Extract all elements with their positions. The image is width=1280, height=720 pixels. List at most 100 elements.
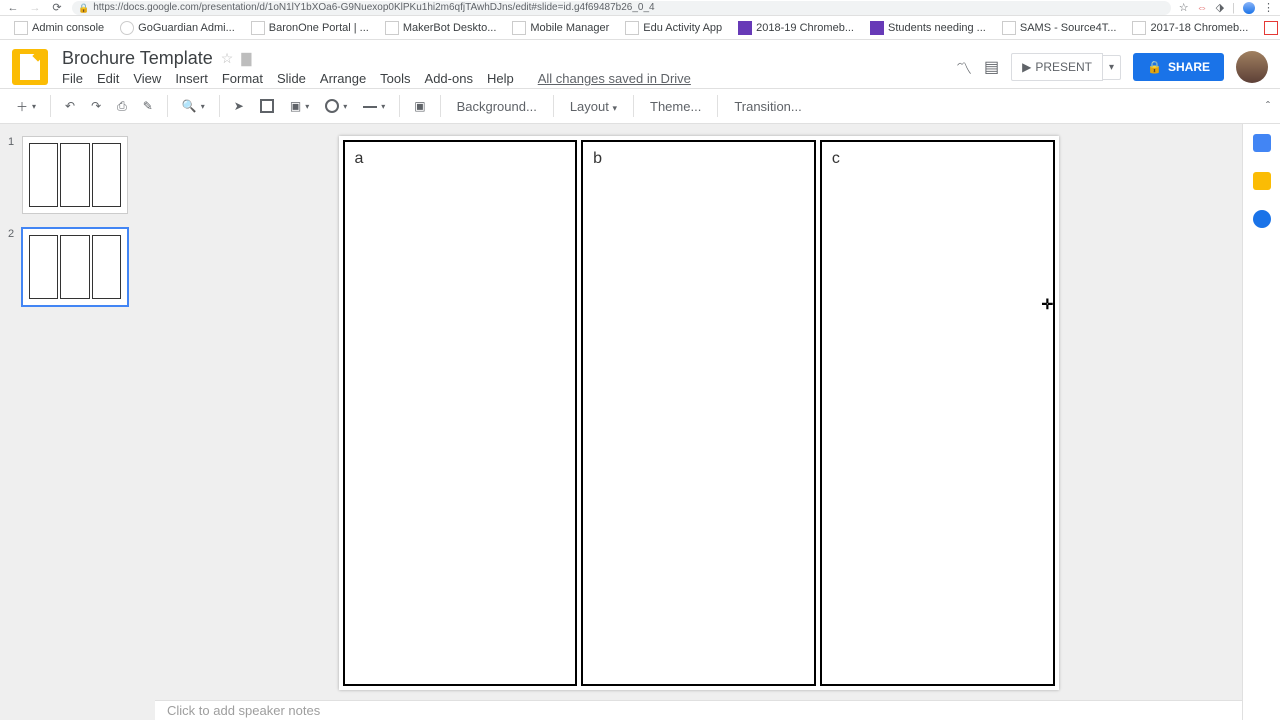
menu-slide[interactable]: Slide bbox=[277, 71, 306, 86]
document-title[interactable]: Brochure Template bbox=[62, 48, 213, 69]
back-button[interactable]: ← bbox=[6, 2, 20, 14]
canvas-area: a b c ✛ Click to add speaker notes bbox=[155, 124, 1242, 720]
shape-tool[interactable] bbox=[319, 95, 353, 117]
present-dropdown[interactable]: ▾ bbox=[1103, 55, 1121, 80]
bookmark-item[interactable]: BaronOne Portal | ... bbox=[245, 19, 375, 37]
bookmark-item[interactable]: Admin console bbox=[8, 19, 110, 37]
share-button[interactable]: 🔒 SHARE bbox=[1133, 53, 1224, 81]
url-text: https://docs.google.com/presentation/d/1… bbox=[93, 1, 654, 15]
slides-logo[interactable] bbox=[12, 49, 48, 85]
thumb-col bbox=[29, 235, 58, 299]
shape-icon bbox=[325, 99, 339, 113]
extension-icon-2[interactable]: ⬗ bbox=[1216, 1, 1224, 14]
chrome-menu-icon[interactable]: ⋮ bbox=[1263, 1, 1274, 14]
layout-button[interactable]: Layout ▾ bbox=[562, 95, 625, 118]
brochure-column-c[interactable]: c bbox=[820, 140, 1055, 686]
bookmark-item[interactable]: MakerBot Deskto... bbox=[379, 19, 503, 37]
bookmark-item[interactable]: Mobile Manager bbox=[506, 19, 615, 37]
address-bar[interactable]: 🔒 https://docs.google.com/presentation/d… bbox=[72, 1, 1171, 15]
play-icon: ▶ bbox=[1022, 60, 1031, 74]
page-icon bbox=[1002, 21, 1016, 35]
extension-icon[interactable]: ⇔ bbox=[1197, 2, 1208, 14]
sheet-icon bbox=[870, 21, 884, 35]
activity-icon[interactable]: 〽 bbox=[956, 55, 972, 79]
comment-button[interactable]: ▣ bbox=[408, 95, 431, 117]
bookmark-item[interactable]: 2018-19 Chromeb... bbox=[732, 19, 860, 37]
canvas-scroll[interactable]: a b c ✛ bbox=[155, 124, 1242, 700]
select-tool[interactable]: ➤ bbox=[228, 95, 250, 117]
present-button[interactable]: ▶ PRESENT bbox=[1011, 53, 1103, 81]
bookmark-item[interactable]: eCampus: Home bbox=[1258, 19, 1280, 37]
new-slide-button[interactable]: ＋ bbox=[10, 94, 42, 119]
bookmark-item[interactable]: GoGuardian Admi... bbox=[114, 19, 241, 37]
undo-button[interactable]: ↶ bbox=[59, 95, 81, 117]
menu-tools[interactable]: Tools bbox=[380, 71, 410, 86]
bookmarks-bar: Admin console GoGuardian Admi... BaronOn… bbox=[0, 16, 1280, 40]
slide-canvas[interactable]: a b c bbox=[339, 136, 1059, 690]
bookmark-item[interactable]: Students needing ... bbox=[864, 19, 992, 37]
menu-help[interactable]: Help bbox=[487, 71, 514, 86]
speaker-notes-placeholder: Click to add speaker notes bbox=[167, 703, 320, 718]
keep-addon-icon[interactable] bbox=[1253, 172, 1271, 190]
move-cursor-icon: ✛ bbox=[1042, 296, 1054, 313]
image-tool[interactable]: ▣ bbox=[284, 95, 315, 117]
shield-icon bbox=[120, 21, 134, 35]
page-icon bbox=[1132, 21, 1146, 35]
menu-insert[interactable]: Insert bbox=[175, 71, 208, 86]
speaker-notes[interactable]: Click to add speaker notes bbox=[155, 700, 1242, 720]
slide-number: 2 bbox=[8, 228, 22, 240]
browser-right-icons: ☆ ⇔ ⬗ | ⋮ bbox=[1179, 1, 1274, 14]
reload-button[interactable]: ⟳ bbox=[50, 1, 64, 14]
page-icon bbox=[512, 21, 526, 35]
slide-number: 1 bbox=[8, 136, 22, 148]
thumb-col bbox=[60, 235, 89, 299]
page-icon bbox=[625, 21, 639, 35]
print-button[interactable]: ⎙ bbox=[111, 95, 133, 118]
slide-thumbnail-1[interactable] bbox=[22, 136, 128, 214]
slide-thumbnail-row: 1 bbox=[0, 134, 155, 216]
thumb-col bbox=[60, 143, 89, 207]
forward-button[interactable]: → bbox=[28, 2, 42, 14]
star-button[interactable]: ☆ bbox=[221, 50, 234, 67]
zoom-button[interactable]: 🔍 bbox=[176, 95, 211, 117]
menu-file[interactable]: File bbox=[62, 71, 83, 86]
menu-view[interactable]: View bbox=[133, 71, 161, 86]
browser-nav-bar: ← → ⟳ 🔒 https://docs.google.com/presenta… bbox=[0, 0, 1280, 16]
textbox-tool[interactable] bbox=[254, 95, 280, 117]
menu-format[interactable]: Format bbox=[222, 71, 263, 86]
brochure-column-a[interactable]: a bbox=[343, 140, 578, 686]
line-icon bbox=[363, 99, 377, 113]
save-status: All changes saved in Drive bbox=[538, 71, 691, 86]
background-button[interactable]: Background... bbox=[449, 95, 545, 118]
theme-button[interactable]: Theme... bbox=[642, 95, 709, 118]
bookmark-item[interactable]: SAMS - Source4T... bbox=[996, 19, 1123, 37]
slide-thumbnail-row: 2 bbox=[0, 226, 155, 308]
lock-icon: 🔒 bbox=[78, 1, 89, 15]
app-header: Brochure Template ☆ ▇ File Edit View Ins… bbox=[0, 40, 1280, 88]
tasks-addon-icon[interactable] bbox=[1253, 210, 1271, 228]
line-tool[interactable] bbox=[357, 95, 391, 117]
calendar-addon-icon[interactable] bbox=[1253, 134, 1271, 152]
transition-button[interactable]: Transition... bbox=[726, 95, 809, 118]
page-icon bbox=[14, 21, 28, 35]
account-avatar[interactable] bbox=[1236, 51, 1268, 83]
star-icon[interactable]: ☆ bbox=[1179, 1, 1189, 14]
menu-arrange[interactable]: Arrange bbox=[320, 71, 366, 86]
bookmark-item[interactable]: 2017-18 Chromeb... bbox=[1126, 19, 1254, 37]
move-to-folder-button[interactable]: ▇ bbox=[241, 51, 251, 67]
slide-thumbnail-2[interactable] bbox=[22, 228, 128, 306]
redo-button[interactable]: ↷ bbox=[85, 95, 107, 117]
profile-avatar-small[interactable] bbox=[1243, 2, 1255, 14]
collapse-toolbar-button[interactable]: ˆ bbox=[1266, 99, 1270, 113]
brochure-column-b[interactable]: b bbox=[581, 140, 816, 686]
extensions-divider: | bbox=[1232, 2, 1235, 14]
paint-format-button[interactable]: ✎ bbox=[137, 95, 159, 117]
page-icon bbox=[251, 21, 265, 35]
comments-icon[interactable]: ▤ bbox=[984, 57, 999, 77]
bookmark-item[interactable]: Edu Activity App bbox=[619, 19, 728, 37]
menu-addons[interactable]: Add-ons bbox=[425, 71, 473, 86]
toolbar: ＋ ↶ ↷ ⎙ ✎ 🔍 ➤ ▣ ▣ Background... Layout ▾… bbox=[0, 88, 1280, 124]
page-icon bbox=[385, 21, 399, 35]
slide-panel[interactable]: 1 2 bbox=[0, 124, 155, 720]
menu-edit[interactable]: Edit bbox=[97, 71, 119, 86]
